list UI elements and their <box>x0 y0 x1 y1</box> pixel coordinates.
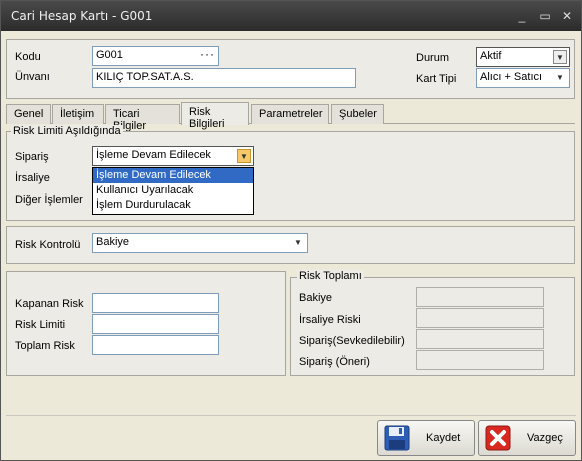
risk-limit-group-title: Risk Limiti Aşıldığında <box>11 125 123 137</box>
risk-kontrol-select[interactable]: Bakiye ▼ <box>92 233 308 253</box>
bakiye-label: Bakiye <box>299 292 333 304</box>
tab-iletisim[interactable]: İletişim <box>52 104 104 124</box>
window-title: Cari Hesap Kartı - G001 <box>11 9 153 23</box>
kapanan-risk-field[interactable] <box>92 293 219 313</box>
siparis-oneri-label: Sipariş (Öneri) <box>299 356 370 368</box>
title-bar[interactable]: Cari Hesap Kartı - G001 _ ▭ ✕ <box>1 1 581 31</box>
irsaliye-label: İrsaliye <box>15 172 50 184</box>
chevron-down-icon[interactable]: ▼ <box>553 50 567 64</box>
tab-subeler[interactable]: Şubeler <box>331 104 384 124</box>
chevron-down-icon[interactable]: ▼ <box>553 71 567 85</box>
chevron-down-icon[interactable]: ▼ <box>291 236 305 250</box>
siparis-oneri-field <box>416 350 544 370</box>
dropdown-option[interactable]: İşlem Durdurulacak <box>93 198 253 213</box>
tab-ticari-bilgiler[interactable]: Ticari Bilgiler <box>105 104 180 132</box>
risk-limiti-label: Risk Limiti <box>15 319 66 331</box>
maximize-icon[interactable]: ▭ <box>537 8 553 24</box>
risk-kontrol-label: Risk Kontrolü <box>15 239 81 251</box>
siparis-sevk-field <box>416 329 544 349</box>
tab-genel[interactable]: Genel <box>6 104 51 124</box>
kart-tipi-select[interactable]: Alıcı + Satıcı ▼ <box>476 68 570 88</box>
durum-select[interactable]: Aktif ▼ <box>476 47 570 67</box>
close-icon[interactable]: ✕ <box>559 8 575 24</box>
cancel-button[interactable]: Vazgeç <box>478 420 576 456</box>
save-button[interactable]: Kaydet <box>377 420 475 456</box>
siparis-sevk-label: Sipariş(Sevkedilebilir) <box>299 335 405 347</box>
minimize-icon[interactable]: _ <box>514 8 530 24</box>
cari-hesap-window: Cari Hesap Kartı - G001 _ ▭ ✕ Kodu G001 … <box>0 0 582 461</box>
siparis-value: İşleme Devam Edilecek <box>96 149 211 161</box>
durum-value: Aktif <box>480 50 502 62</box>
kart-tipi-value: Alıcı + Satıcı <box>480 71 543 83</box>
risk-kontrol-value: Bakiye <box>96 236 130 248</box>
chevron-down-icon[interactable]: ▼ <box>237 149 251 163</box>
irsaliye-riski-label: İrsaliye Riski <box>299 314 361 326</box>
save-icon <box>384 425 410 451</box>
kodu-label: Kodu <box>15 51 41 63</box>
irsaliye-riski-field <box>416 308 544 328</box>
diger-islemler-label: Diğer İşlemler <box>15 194 83 206</box>
siparis-dropdown-list: İşleme Devam Edilecek Kullanıcı Uyarılac… <box>92 167 254 215</box>
kodu-field[interactable]: G001 ··· <box>92 46 219 66</box>
kart-tipi-label: Kart Tipi <box>416 73 457 85</box>
siparis-select[interactable]: İşleme Devam Edilecek ▼ <box>92 146 254 166</box>
toplam-risk-label: Toplam Risk <box>15 340 75 352</box>
lookup-button[interactable]: ··· <box>200 47 215 61</box>
kodu-value: G001 <box>96 49 123 61</box>
unvani-field[interactable]: KILIÇ TOP.SAT.A.S. <box>92 68 356 88</box>
bakiye-field <box>416 287 544 307</box>
tab-risk-bilgileri[interactable]: Risk Bilgileri <box>181 102 249 130</box>
risk-limiti-field[interactable] <box>92 314 219 334</box>
durum-label: Durum <box>416 52 450 64</box>
unvani-label: Ünvanı <box>15 71 50 83</box>
siparis-label: Sipariş <box>15 151 49 163</box>
cancel-icon <box>485 425 511 451</box>
tab-parametreler[interactable]: Parametreler <box>251 104 329 124</box>
toplam-risk-field[interactable] <box>92 335 219 355</box>
kapanan-risk-label: Kapanan Risk <box>15 298 84 310</box>
save-button-label: Kaydet <box>426 432 461 444</box>
bottom-divider <box>6 415 576 416</box>
risk-toplami-title: Risk Toplamı <box>297 270 364 282</box>
dropdown-option[interactable]: İşleme Devam Edilecek <box>93 168 253 183</box>
cancel-button-label: Vazgeç <box>527 432 563 444</box>
dropdown-option[interactable]: Kullanıcı Uyarılacak <box>93 183 253 198</box>
